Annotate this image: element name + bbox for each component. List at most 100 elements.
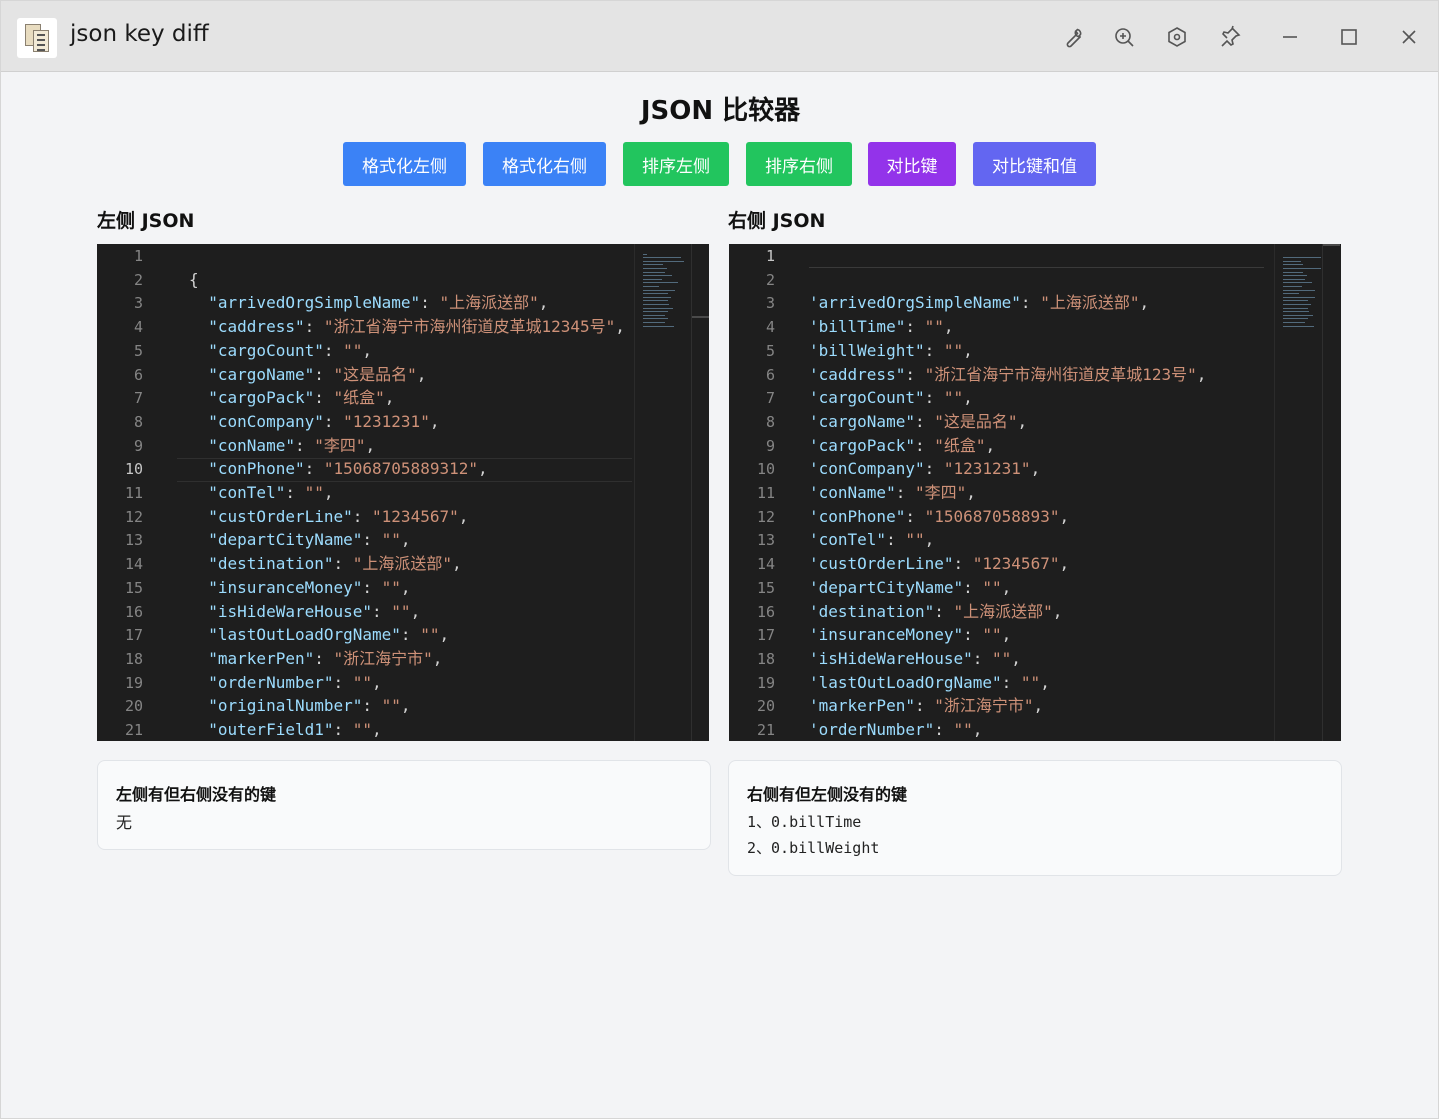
code-line: 'insuranceMoney": "",: [809, 623, 1011, 647]
line-number: 11: [756, 484, 775, 502]
colon-token: :: [362, 530, 382, 550]
right-only-keys-panel: 右侧有但左侧没有的键 1、0.billTime 2、0.billWeight: [728, 760, 1342, 876]
line-number: 12: [124, 507, 143, 526]
colon-token: :: [905, 364, 925, 384]
json-key: "insuranceMoney": [208, 577, 363, 597]
colon-token: :: [420, 293, 440, 313]
line-number: 19: [124, 673, 143, 692]
json-value: "浙江海宁市": [333, 648, 433, 668]
json-key: "destination": [208, 554, 334, 574]
comma-token: ,: [372, 672, 382, 692]
code-area[interactable]: { "arrivedOrgSimpleName": "上海派送部", "cadd…: [189, 244, 632, 741]
json-key: 'billTime": [809, 317, 906, 337]
code-line: 'cargoCount": "",: [809, 386, 973, 410]
json-value: "": [953, 720, 973, 739]
code-line: 'conCompany": "1231231",: [809, 457, 1040, 481]
code-line: 'destination": "上海派送部",: [809, 600, 1062, 624]
colon-token: :: [924, 459, 944, 479]
left-json-label: 左侧 JSON: [97, 210, 195, 232]
colon-token: :: [1020, 293, 1041, 313]
line-number: 18: [756, 649, 775, 668]
json-value: "": [343, 340, 363, 360]
line-number: 10: [124, 460, 143, 479]
json-value: "李四": [914, 483, 967, 502]
window-title: json key diff: [70, 21, 209, 47]
close-icon[interactable]: [1395, 23, 1423, 51]
json-value: "": [924, 317, 944, 337]
line-number: 20: [124, 697, 143, 716]
comma-token: ,: [432, 648, 443, 668]
json-key: 'cargoName": [809, 411, 915, 431]
colon-token: :: [372, 601, 392, 621]
left-json-editor[interactable]: 1 2 3 4 5 6 7 8 9 10 11 12 13 14 15 16 17 18 19 20 21 { "arr…: [97, 244, 709, 741]
line-number-gutter: 1 2 3 4 5 6 7 8 9 10 11 12 13 14 15 16 17 18 19 20 21: [729, 244, 799, 741]
zoom-in-icon[interactable]: [1110, 23, 1138, 51]
comma-token: ,: [400, 530, 411, 550]
right-json-editor[interactable]: 1 2 3 4 5 6 7 8 9 10 11 12 13 14 15 16 17 18 19 20 21 'arriv…: [729, 244, 1341, 741]
json-key: "arrivedOrgSimpleName": [208, 293, 421, 313]
app-window: json key diff JSON 比较器 格式化左侧 格式化右侧 排序左侧 …: [0, 0, 1439, 1119]
json-key: 'custOrderLine": [809, 554, 954, 574]
maximize-icon[interactable]: [1335, 23, 1363, 51]
code-line: 'orderNumber": "",: [809, 718, 982, 741]
colon-token: :: [963, 577, 983, 597]
line-number: 9: [133, 436, 143, 455]
compare-keys-values-button[interactable]: 对比键和值: [973, 142, 1096, 186]
format-left-button[interactable]: 格式化左侧: [343, 142, 466, 186]
colon-token: :: [905, 317, 925, 337]
json-key: "departCityName": [208, 530, 363, 550]
comma-token: ,: [416, 364, 427, 384]
comma-token: ,: [439, 625, 450, 645]
colon-token: :: [972, 648, 993, 668]
minimap[interactable]: [634, 244, 692, 741]
json-key: "custOrderLine": [208, 506, 353, 526]
code-line: "conPhone": "15068705889312",: [189, 457, 487, 481]
code-area[interactable]: 'arrivedOrgSimpleName": "上海派送部",'billTim…: [809, 244, 1264, 741]
colon-token: :: [1001, 672, 1021, 692]
comma-token: ,: [924, 530, 935, 550]
comma-token: ,: [1017, 411, 1028, 431]
line-number: 1: [765, 247, 775, 265]
hexagon-settings-icon[interactable]: [1163, 23, 1191, 51]
comma-token: ,: [1030, 459, 1041, 479]
minimize-icon[interactable]: [1276, 23, 1304, 51]
comma-token: ,: [458, 506, 469, 526]
format-right-button[interactable]: 格式化右侧: [483, 142, 606, 186]
right-json-label: 右侧 JSON: [728, 210, 826, 232]
sort-right-button[interactable]: 排序右侧: [746, 142, 852, 186]
json-value: "李四": [314, 435, 366, 455]
json-value: "": [982, 625, 1002, 645]
left-only-keys-panel: 左侧有但右侧没有的键 无: [97, 760, 711, 850]
json-key: "conPhone": [208, 459, 305, 479]
comma-token: ,: [384, 388, 395, 408]
wrench-icon[interactable]: [1059, 23, 1087, 51]
code-line: "conTel": "",: [189, 481, 333, 505]
colon-token: :: [304, 459, 324, 479]
colon-token: :: [953, 554, 973, 574]
line-number: 8: [765, 412, 775, 431]
json-value: "": [982, 577, 1002, 597]
comma-token: ,: [1033, 696, 1044, 716]
line-number: 17: [124, 626, 143, 645]
vertical-scrollbar[interactable]: [1322, 244, 1340, 741]
json-key: "conTel": [208, 483, 286, 502]
left-only-empty-text: 无: [116, 813, 133, 832]
comma-token: ,: [400, 577, 411, 597]
line-number: 16: [756, 602, 775, 621]
colon-token: :: [314, 648, 334, 668]
compare-keys-button[interactable]: 对比键: [868, 142, 956, 186]
colon-token: :: [362, 696, 382, 716]
comma-token: ,: [1011, 648, 1021, 668]
json-key: 'cargoCount": [809, 388, 925, 408]
vertical-scrollbar[interactable]: [691, 244, 709, 741]
sort-left-button[interactable]: 排序左侧: [623, 142, 729, 186]
code-line: 'conTel": "",: [809, 528, 934, 552]
pin-icon[interactable]: [1216, 23, 1244, 51]
